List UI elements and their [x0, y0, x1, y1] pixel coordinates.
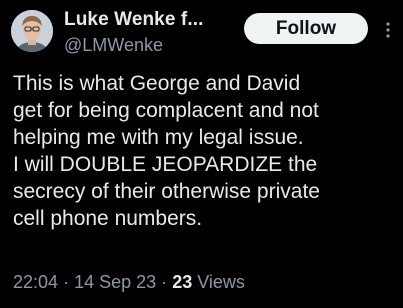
tweet-text-line: cell phone numbers. — [13, 207, 203, 230]
tweet-text-line: I will DOUBLE JEOPARDIZE the — [13, 153, 318, 176]
views-count[interactable]: 23 — [172, 272, 192, 292]
author-handle[interactable]: @LMWenke — [64, 35, 163, 56]
tweet-text-line: secrecy of their otherwise private — [13, 180, 320, 203]
tweet-card: Luke Wenke f... @LMWenke Follow This is … — [0, 0, 403, 308]
tweet-text: This is what George and David get for be… — [13, 70, 398, 232]
tweet-time[interactable]: 22:04 — [13, 272, 58, 292]
user-avatar-icon — [11, 10, 53, 52]
meta-separator: · — [161, 272, 168, 292]
avatar[interactable] — [11, 10, 53, 52]
tweet-text-line: helping me with my legal issue. — [13, 126, 304, 149]
author-display-name[interactable]: Luke Wenke f... — [64, 9, 203, 31]
views-label: Views — [197, 272, 245, 292]
meta-separator: · — [63, 272, 70, 292]
tweet-date[interactable]: 14 Sep 23 — [74, 272, 156, 292]
more-vertical-icon[interactable] — [384, 22, 392, 38]
follow-button[interactable]: Follow — [244, 13, 368, 44]
tweet-text-line: This is what George and David — [13, 72, 301, 95]
tweet-text-line: get for being complacent and not — [13, 99, 319, 122]
tweet-metadata: 22:04 · 14 Sep 23 · 23 Views — [13, 272, 245, 293]
